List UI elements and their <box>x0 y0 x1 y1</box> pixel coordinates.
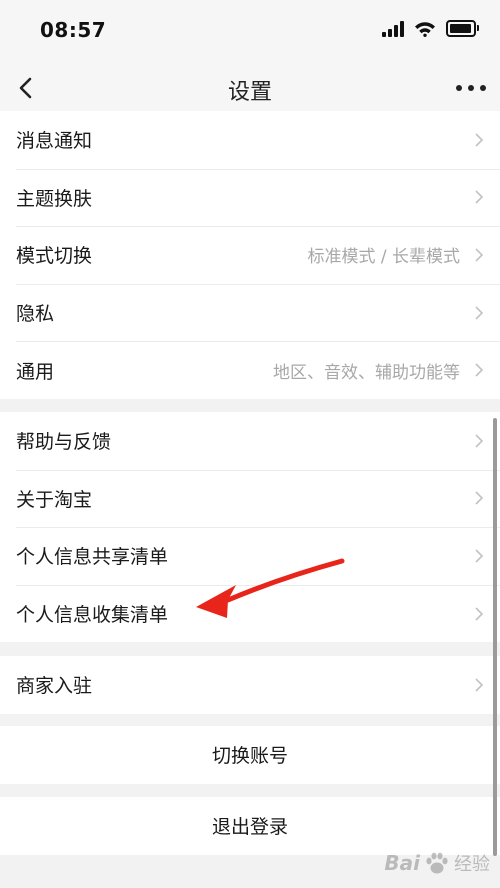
row-label: 通用 <box>16 360 55 383</box>
list-item-about[interactable]: 关于淘宝 <box>0 469 500 528</box>
row-label: 商家入驻 <box>16 675 93 698</box>
settings-group-merchant: 商家入驻 <box>0 656 500 714</box>
paw-icon <box>426 852 448 874</box>
row-label: 模式切换 <box>16 245 93 268</box>
chevron-right-icon <box>475 248 484 262</box>
status-bar: 08:57 <box>0 0 500 62</box>
page-title: 设置 <box>227 80 272 105</box>
chevron-right-icon <box>475 491 484 505</box>
status-icons <box>382 20 479 37</box>
switch-account-button[interactable]: 切换账号 <box>0 726 500 784</box>
nav-bar: 设置 <box>0 62 500 116</box>
chevron-right-icon <box>475 678 484 692</box>
chevron-right-icon <box>475 434 484 448</box>
row-label: 帮助与反馈 <box>16 431 112 454</box>
chevron-right-icon <box>475 549 484 563</box>
watermark: Bai 经验 <box>384 848 490 878</box>
list-item-help-feedback[interactable]: 帮助与反馈 <box>0 412 500 470</box>
row-value: 标准模式 / 长辈模式 <box>307 247 460 268</box>
logout-button[interactable]: 退出登录 <box>0 797 500 855</box>
list-item-theme[interactable]: 主题换肤 <box>0 168 500 227</box>
row-label: 隐私 <box>16 303 55 326</box>
list-item-mode-switch[interactable]: 模式切换 标准模式 / 长辈模式 <box>0 226 500 284</box>
list-item-general[interactable]: 通用 地区、音效、辅助功能等 <box>0 341 500 399</box>
list-item-info-collection-list[interactable]: 个人信息收集清单 <box>0 584 500 643</box>
row-value: 地区、音效、辅助功能等 <box>273 362 460 383</box>
scrollbar[interactable] <box>493 418 497 856</box>
battery-icon <box>446 20 479 37</box>
settings-group-general: 消息通知 主题换肤 模式切换 标准模式 / 长辈模式 隐私 通用 地区、音效、辅… <box>0 111 500 399</box>
more-dots-icon[interactable] <box>456 75 486 101</box>
wifi-icon <box>415 21 435 37</box>
row-label: 主题换肤 <box>16 187 93 210</box>
chevron-right-icon <box>475 190 484 204</box>
chevron-right-icon <box>475 363 484 377</box>
settings-group-about: 帮助与反馈 关于淘宝 个人信息共享清单 个人信息收集清单 <box>0 412 500 643</box>
row-label: 个人信息收集清单 <box>16 604 169 627</box>
status-time: 08:57 <box>40 18 107 42</box>
list-item-notifications[interactable]: 消息通知 <box>0 111 500 169</box>
row-label: 个人信息共享清单 <box>16 546 169 569</box>
chevron-right-icon <box>475 133 484 147</box>
watermark-cjk: 经验 <box>454 854 490 875</box>
logout-label: 退出登录 <box>211 816 288 839</box>
list-item-privacy[interactable]: 隐私 <box>0 283 500 342</box>
switch-account-section: 切换账号 <box>0 726 500 784</box>
row-label: 关于淘宝 <box>16 488 93 511</box>
signal-icon <box>382 20 404 37</box>
logout-section: 退出登录 <box>0 797 500 855</box>
chevron-right-icon <box>475 306 484 320</box>
list-item-merchant-entry[interactable]: 商家入驻 <box>0 656 500 714</box>
chevron-right-icon <box>475 607 484 621</box>
row-label: 消息通知 <box>16 130 93 153</box>
watermark-latin: Bai <box>384 851 420 875</box>
list-item-info-sharing-list[interactable]: 个人信息共享清单 <box>0 527 500 585</box>
switch-account-label: 切换账号 <box>211 745 288 768</box>
